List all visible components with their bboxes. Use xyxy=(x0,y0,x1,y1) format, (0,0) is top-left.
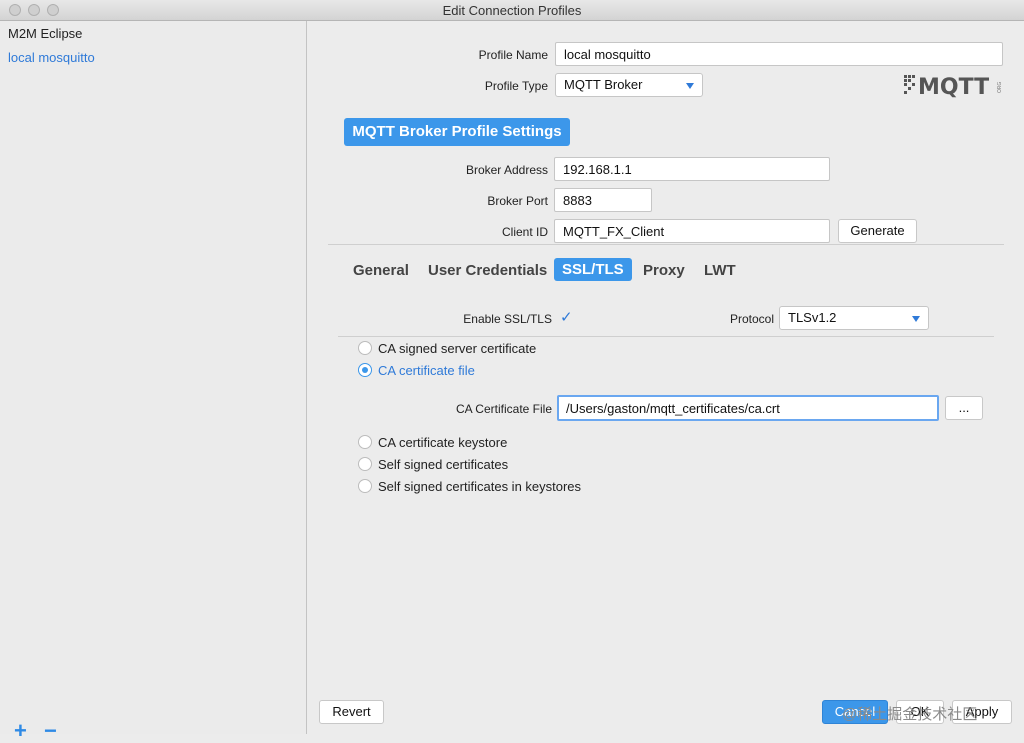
browse-button[interactable]: ... xyxy=(945,396,983,420)
title-bar: Edit Connection Profiles xyxy=(0,0,1024,21)
sidebar-item-m2m-eclipse[interactable]: M2M Eclipse xyxy=(8,26,82,41)
revert-button[interactable]: Revert xyxy=(319,700,384,724)
tab-user-credentials[interactable]: User Credentials xyxy=(428,262,547,279)
mqtt-logo-icon: MQTT ORG xyxy=(904,75,1003,100)
profile-name-input[interactable] xyxy=(555,42,1003,66)
radio-ca-certificate-keystore[interactable] xyxy=(358,435,372,449)
protocol-value: TLSv1.2 xyxy=(788,310,837,325)
divider xyxy=(328,244,1004,245)
client-id-input[interactable] xyxy=(554,219,830,243)
protocol-label: Protocol xyxy=(729,312,774,326)
profile-type-value: MQTT Broker xyxy=(564,77,643,92)
broker-port-label: Broker Port xyxy=(487,194,548,208)
window-title: Edit Connection Profiles xyxy=(442,3,582,18)
radio-ca-signed-server[interactable] xyxy=(358,341,372,355)
ca-signed-server-label: CA signed server certificate xyxy=(378,341,537,356)
profile-name-label: Profile Name xyxy=(478,48,548,62)
ca-file-input[interactable] xyxy=(557,395,939,421)
self-signed-label: Self signed certificates xyxy=(378,457,509,472)
self-signed-keystores-label: Self signed certificates in keystores xyxy=(378,479,582,494)
enable-ssl-checkbox[interactable]: ✓ xyxy=(560,308,573,326)
chevron-down-icon xyxy=(912,316,920,322)
chevron-down-icon xyxy=(686,83,694,89)
watermark: @稀土掘金技术社区 xyxy=(842,706,978,723)
tab-lwt[interactable]: LWT xyxy=(704,262,736,279)
tab-ssl-tls[interactable]: SSL/TLS xyxy=(554,258,632,281)
sidebar-item-local-mosquitto[interactable]: local mosquitto xyxy=(8,50,95,65)
minus-icon[interactable]: − xyxy=(44,720,57,742)
broker-settings-header[interactable]: MQTT Broker Profile Settings xyxy=(344,118,570,146)
tab-general[interactable]: General xyxy=(353,262,409,279)
radio-self-signed[interactable] xyxy=(358,457,372,471)
broker-address-label: Broker Address xyxy=(465,163,548,177)
logo-sub: ORG xyxy=(997,82,1003,93)
profile-type-select[interactable]: MQTT Broker xyxy=(555,73,703,97)
mqtt-logo: MQTT ORG xyxy=(904,71,1004,100)
client-id-label: Client ID xyxy=(501,225,548,239)
ca-file-label: CA Certificate File xyxy=(455,402,552,416)
radio-ca-certificate-file[interactable] xyxy=(358,363,372,377)
broker-address-input[interactable] xyxy=(554,157,830,181)
radio-self-signed-keystores[interactable] xyxy=(358,479,372,493)
protocol-select[interactable]: TLSv1.2 xyxy=(779,306,929,330)
plus-icon[interactable]: + xyxy=(14,720,27,742)
profiles-sidebar: M2M Eclipse local mosquitto + − xyxy=(0,21,307,742)
enable-ssl-label: Enable SSL/TLS xyxy=(463,312,552,326)
broker-port-input[interactable] xyxy=(554,188,652,212)
ca-certificate-keystore-label: CA certificate keystore xyxy=(378,435,508,450)
divider xyxy=(338,336,994,337)
generate-button[interactable]: Generate xyxy=(838,219,917,243)
logo-text: MQTT xyxy=(918,75,989,99)
ca-certificate-file-label: CA certificate file xyxy=(378,363,475,378)
profile-type-label: Profile Type xyxy=(484,79,548,93)
tab-proxy[interactable]: Proxy xyxy=(643,262,685,279)
profile-editor: Profile Name Profile Type MQTT Broker MQ… xyxy=(308,21,1024,734)
